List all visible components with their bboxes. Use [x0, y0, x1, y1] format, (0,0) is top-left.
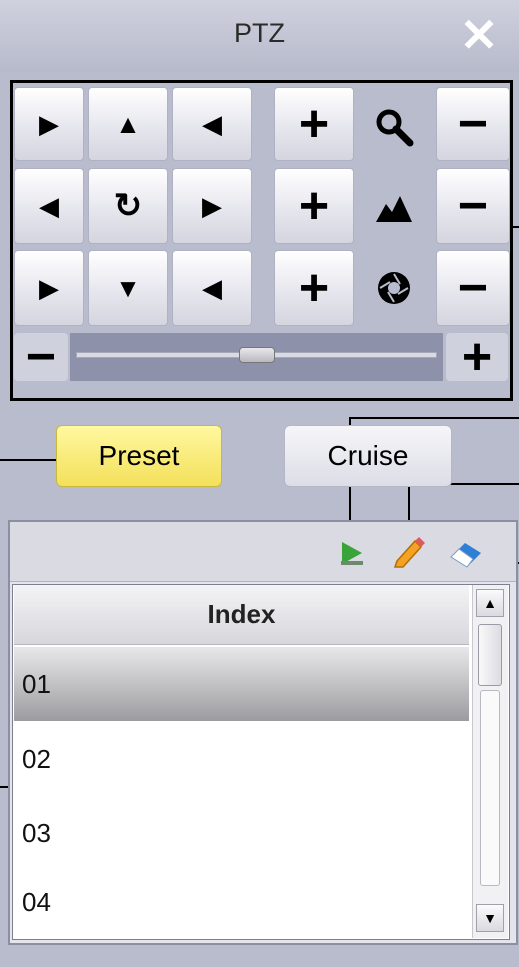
list-item[interactable]: 01	[14, 647, 469, 721]
speed-increase-button[interactable]: +	[446, 328, 508, 386]
tilt-up-button[interactable]: ▲	[88, 87, 168, 161]
zoom-icon	[376, 109, 414, 147]
down-arrow-icon: ▼	[115, 273, 141, 303]
edit-pencil-icon[interactable]	[390, 534, 426, 570]
close-icon[interactable]: ✕	[456, 12, 502, 58]
pan-down-right-button[interactable]: ◀	[172, 250, 252, 326]
pan-left-button[interactable]: ◀	[14, 168, 84, 244]
plus-icon: +	[298, 259, 330, 317]
speed-slider-thumb[interactable]	[238, 347, 275, 363]
pan-down-left-button[interactable]: ▶	[14, 250, 84, 326]
focus-near-button[interactable]: +	[274, 168, 354, 244]
callout-line	[510, 226, 519, 228]
minus-icon: −	[25, 328, 57, 386]
zoom-out-button[interactable]: −	[436, 87, 510, 161]
up-left-arrow-icon: ▶	[39, 109, 59, 139]
minus-icon: −	[457, 177, 489, 235]
play-icon[interactable]	[334, 536, 368, 570]
list-item[interactable]: 02	[14, 722, 469, 796]
focus-icon	[376, 196, 412, 222]
left-arrow-icon: ◀	[39, 191, 59, 221]
callout-line	[0, 459, 56, 461]
auto-rotate-icon: ↻	[113, 187, 143, 225]
list-item[interactable]: 03	[14, 796, 469, 870]
down-left-arrow-icon: ▶	[39, 273, 59, 303]
up-arrow-icon: ▲	[115, 109, 141, 139]
up-right-arrow-icon: ◀	[202, 109, 222, 139]
list-item[interactable]: 04	[14, 866, 469, 938]
scroll-up-icon[interactable]: ▲	[476, 589, 504, 617]
iris-close-button[interactable]: −	[436, 250, 510, 326]
window-title: PTZ	[234, 18, 285, 48]
scrollbar-track	[480, 690, 500, 886]
cruise-tab[interactable]: Cruise	[284, 425, 452, 487]
scroll-down-icon[interactable]: ▼	[476, 904, 504, 932]
scrollbar-thumb[interactable]	[478, 624, 502, 686]
minus-icon: −	[457, 95, 489, 153]
tilt-down-button[interactable]: ▼	[88, 250, 168, 326]
iris-open-button[interactable]: +	[274, 250, 354, 326]
index-column-header[interactable]: Index	[14, 585, 469, 645]
preset-tab[interactable]: Preset	[56, 425, 222, 487]
right-arrow-icon: ▶	[202, 191, 222, 221]
zoom-in-button[interactable]: +	[274, 87, 354, 161]
focus-far-button[interactable]: −	[436, 168, 510, 244]
plus-icon: +	[298, 95, 330, 153]
eraser-icon[interactable]	[446, 534, 486, 570]
plus-icon: +	[298, 177, 330, 235]
iris-icon	[378, 272, 410, 304]
pan-up-right-button[interactable]: ◀	[172, 87, 252, 161]
preset-toolbar	[10, 522, 516, 582]
down-right-arrow-icon: ◀	[202, 273, 222, 303]
auto-rotate-button[interactable]: ↻	[88, 168, 168, 244]
plus-icon: +	[461, 328, 493, 386]
pan-right-button[interactable]: ▶	[172, 168, 252, 244]
pan-up-left-button[interactable]: ▶	[14, 87, 84, 161]
speed-decrease-button[interactable]: −	[14, 328, 68, 386]
callout-line	[349, 417, 519, 419]
minus-icon: −	[457, 259, 489, 317]
